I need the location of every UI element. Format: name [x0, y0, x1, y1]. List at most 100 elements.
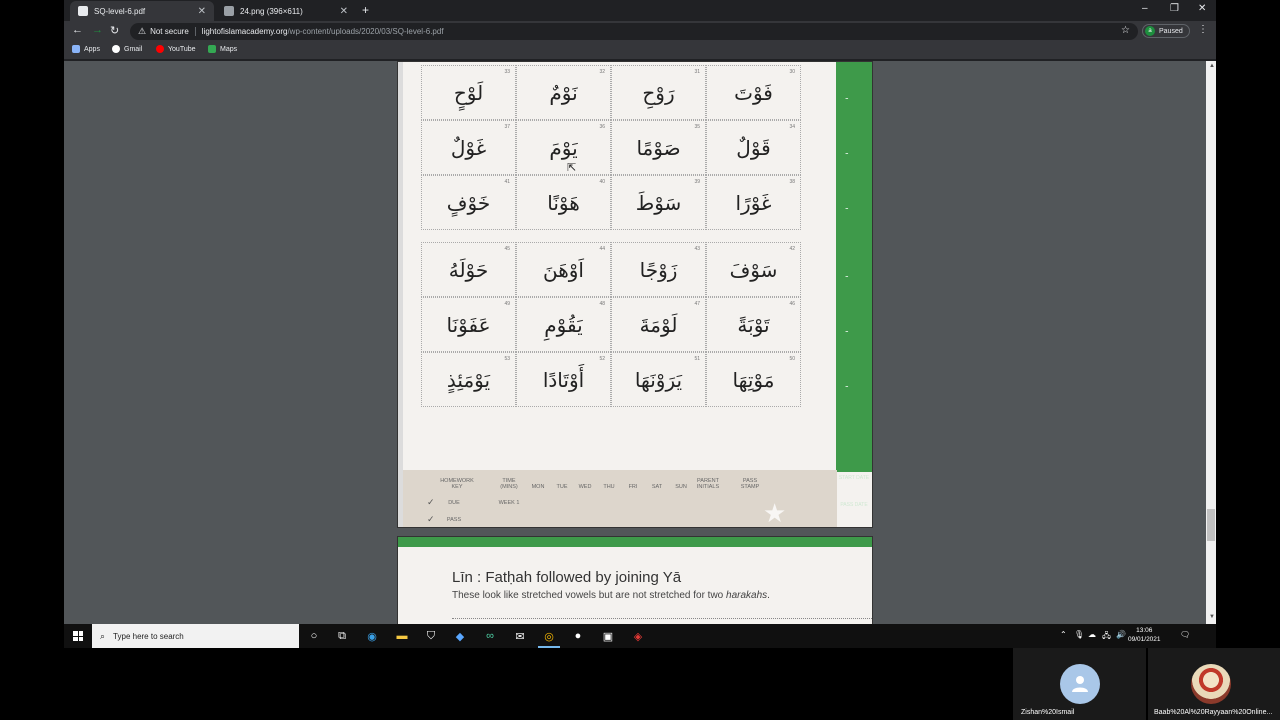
browser-toolbar: ← → ↻ ⚠ Not secure lightofislamacademy.o…	[64, 21, 1216, 41]
participant-tile[interactable]: Zishan%20Ismail	[1013, 648, 1146, 720]
obs-icon[interactable]: ●	[570, 628, 586, 644]
taskbar-search[interactable]: ⌕ Type here to search	[92, 624, 299, 648]
scroll-thumb[interactable]	[1207, 509, 1215, 541]
arabic-word: غَوْلٌ	[450, 135, 487, 160]
day-mon: MON	[531, 484, 545, 490]
mail-icon[interactable]: ✉	[512, 628, 528, 644]
cell-number: 44	[599, 246, 605, 252]
homework-bar: HOMEWORK KEY TIME (MINS) MON TUE WED THU…	[403, 470, 837, 527]
notifications-icon[interactable]: 🗨	[1180, 630, 1190, 639]
close-window-button[interactable]: ✕	[1198, 3, 1206, 14]
pass-date-label: PASS DATE	[840, 502, 868, 508]
word-cell: 32 نَوْمٌ	[516, 65, 611, 120]
minimize-button[interactable]: ‒	[1142, 3, 1148, 14]
acrobat-icon[interactable]: ◈	[630, 628, 646, 644]
security-label[interactable]: Not secure	[150, 27, 196, 36]
cell-number: 32	[599, 69, 605, 75]
arabic-word: تَوْبَةً	[737, 312, 770, 337]
file-explorer-icon[interactable]: ▬	[394, 628, 410, 644]
back-button[interactable]: ←	[72, 24, 83, 36]
arabic-word: يَوْمَئِذٍ	[446, 367, 491, 392]
chevron-up-icon[interactable]: ⌃	[1060, 630, 1067, 639]
bookmark-youtube[interactable]: YouTube	[156, 45, 196, 53]
close-icon[interactable]: ✕	[198, 6, 206, 17]
arabic-word: زَوْجًا	[639, 257, 678, 282]
word-cell: 50 مَوْتِهَا	[706, 352, 801, 407]
tab-image[interactable]: 24.png (396×611) ✕	[216, 1, 356, 21]
infinity-icon[interactable]: ∞	[482, 628, 498, 644]
word-cell: 37 غَوْلٌ	[421, 120, 516, 175]
day-sun: SUN	[675, 484, 687, 490]
warning-icon[interactable]: ⚠	[138, 26, 146, 37]
scroll-up-icon[interactable]: ▲	[1209, 63, 1215, 69]
arabic-word: عَفَوْنَا	[446, 312, 491, 337]
bookmark-star-icon[interactable]: ☆	[1121, 25, 1130, 36]
pdf-icon	[78, 6, 88, 16]
maps-icon	[208, 45, 216, 53]
microphone-icon[interactable]: 🎙	[1074, 630, 1084, 639]
address-bar[interactable]: ⚠ Not secure lightofislamacademy.org /wp…	[130, 23, 1138, 40]
user-avatar-icon	[1060, 664, 1100, 704]
check-icon: ✓	[427, 497, 435, 507]
cortana-icon[interactable]: ○	[306, 628, 322, 644]
cell-number: 38	[789, 179, 795, 185]
green-mark: ـ	[845, 325, 848, 334]
scroll-down-icon[interactable]: ▼	[1209, 614, 1215, 620]
cell-number: 53	[504, 356, 510, 362]
pdf-viewer[interactable]: ـ ـ ـ ـ ـ ـ START DATE PASS DATE 33 لَوْح…	[64, 61, 1216, 636]
scrollbar[interactable]: ▲ ▼	[1206, 61, 1216, 624]
arabic-word: سَوْفَ	[729, 257, 778, 282]
cell-number: 51	[694, 356, 700, 362]
word-cell: 31 رَوْحِ	[611, 65, 706, 120]
cell-number: 36	[599, 124, 605, 130]
tab-strip: SQ-level-6.pdf ✕ 24.png (396×611) ✕ + ‒ …	[64, 0, 1216, 21]
volume-icon[interactable]: 🔊	[1116, 630, 1126, 639]
youtube-icon	[156, 45, 164, 53]
start-button[interactable]	[64, 624, 92, 648]
tab-title: SQ-level-6.pdf	[94, 6, 146, 16]
bookmark-apps[interactable]: Apps	[72, 45, 100, 53]
cell-number: 34	[789, 124, 795, 130]
cell-number: 45	[504, 246, 510, 252]
lesson-subtitle: These look like stretched vowels but are…	[452, 590, 770, 601]
subtitle-text: These look like stretched vowels but are…	[452, 590, 727, 601]
word-cell: 30 فَوْتَ	[706, 65, 801, 120]
arabic-word: يَقُوْمِ	[544, 312, 583, 337]
cell-number: 35	[694, 124, 700, 130]
restore-button[interactable]: ❐	[1170, 3, 1179, 14]
cell-number: 49	[504, 301, 510, 307]
menu-icon[interactable]: ⋮	[1198, 24, 1208, 35]
chrome-icon[interactable]: ◎	[541, 628, 557, 644]
reload-button[interactable]: ↻	[110, 24, 119, 37]
pass-label: PASS	[446, 517, 462, 523]
tab-pdf[interactable]: SQ-level-6.pdf ✕	[70, 1, 214, 21]
photos-icon[interactable]: ▣	[600, 628, 616, 644]
task-view-icon[interactable]: ⧉	[334, 628, 350, 644]
word-cell: 35 صَوْمًا	[611, 120, 706, 175]
cell-number: 33	[504, 69, 510, 75]
search-icon: ⌕	[100, 630, 106, 641]
arabic-word: هَوْنًا	[547, 190, 580, 215]
bookmark-gmail[interactable]: Gmail	[112, 45, 142, 53]
close-icon[interactable]: ✕	[340, 6, 348, 17]
word-cell: 51 يَرَوْنَهَا	[611, 352, 706, 407]
arabic-word: صَوْمًا	[636, 135, 681, 160]
bookmark-maps[interactable]: Maps	[208, 45, 237, 53]
participant-name: Zishan%20Ismail	[1021, 709, 1075, 716]
profile-button[interactable]: a Paused	[1142, 24, 1190, 38]
mouse-cursor-icon: ⇱	[567, 162, 577, 174]
arabic-word: فَوْتَ	[734, 80, 773, 105]
search-placeholder: Type here to search	[113, 631, 184, 641]
new-tab-button[interactable]: +	[362, 3, 369, 17]
edge-icon[interactable]: ◉	[364, 628, 380, 644]
green-mark: ـ	[845, 92, 848, 101]
system-clock[interactable]: 13:06 09/01/2021	[1128, 626, 1161, 644]
store-icon[interactable]: ⛉	[423, 628, 439, 644]
participant-tile[interactable]: Baab%20Al%20Rayyaan%20Online...	[1148, 648, 1280, 720]
bookmark-label: Maps	[220, 45, 238, 53]
onedrive-icon[interactable]: ☁	[1088, 630, 1096, 639]
word-cell: 53 يَوْمَئِذٍ	[421, 352, 516, 407]
network-icon[interactable]: 🖧	[1102, 630, 1111, 644]
forward-button[interactable]: →	[92, 24, 103, 36]
dropbox-icon[interactable]: ◆	[452, 628, 468, 644]
